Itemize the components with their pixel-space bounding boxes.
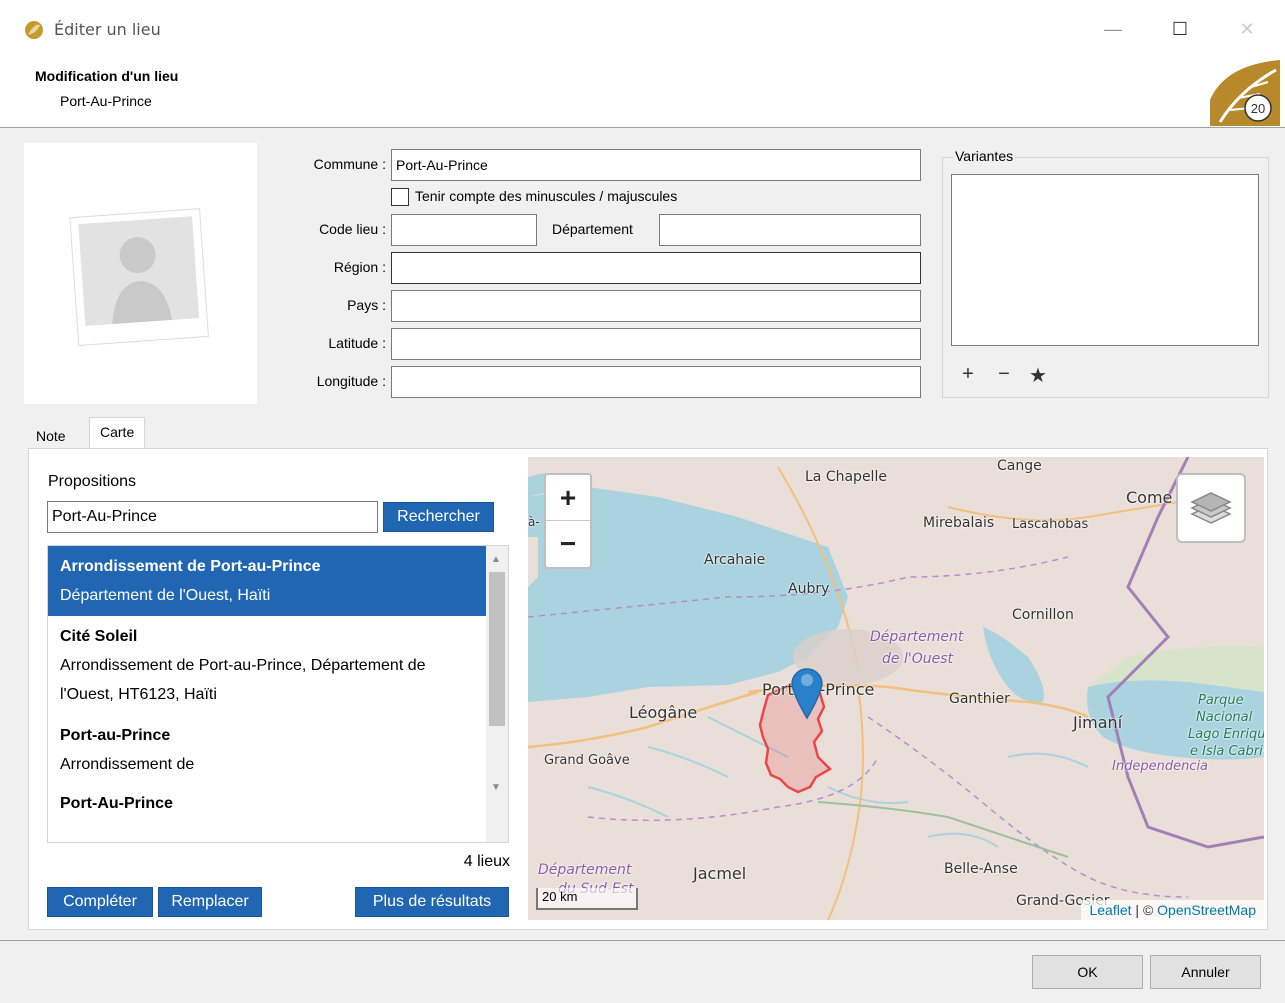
zoom-control: + − (544, 473, 592, 569)
map-label-dept-ouest-1: Département (870, 629, 964, 645)
commune-input[interactable] (391, 149, 921, 181)
footer-divider (0, 940, 1285, 941)
zoom-out-button[interactable]: − (546, 521, 590, 567)
map-label-jimani: Jimaní (1073, 713, 1123, 732)
results-count: 4 lieux (463, 853, 510, 870)
map-label-left-edge: à- (528, 515, 540, 529)
longitude-input[interactable] (391, 366, 921, 398)
result-name: Cité Soleil (60, 628, 138, 645)
pays-label: Pays : (347, 297, 386, 313)
map-label-la-chapelle: La Chapelle (805, 469, 887, 485)
remove-variant-icon[interactable]: − (993, 363, 1015, 385)
map-label-arcahaie: Arcahaie (704, 552, 766, 568)
map-label-cornillon: Cornillon (1012, 607, 1074, 623)
case-sensitive-checkbox[interactable] (391, 188, 409, 206)
scroll-thumb[interactable] (489, 572, 505, 726)
dialog-subheading: Port-Au-Prince (60, 93, 152, 109)
plus-de-resultats-button[interactable]: Plus de résultats (355, 887, 509, 917)
result-detail: Arrondissement de Port-au-Prince, Départ… (60, 657, 426, 703)
map-label-parque-2: Nacional (1196, 710, 1253, 725)
list-item[interactable]: Port-au-Prince Arrondissement de (48, 715, 508, 785)
map-label-grand-goave: Grand Goâve (544, 753, 630, 768)
ok-button[interactable]: OK (1032, 955, 1143, 989)
map-label-parque-4: e Isla Cabrito (1190, 744, 1264, 759)
list-item[interactable]: Cité Soleil Arrondissement de Port-au-Pr… (48, 616, 488, 715)
layers-icon (1190, 492, 1232, 524)
longitude-label: Longitude : (316, 373, 386, 389)
location-pin-icon[interactable] (790, 662, 824, 720)
rechercher-button[interactable]: Rechercher (383, 502, 494, 532)
place-photo[interactable] (24, 143, 257, 404)
heredis-logo-icon: 20 (1210, 60, 1280, 126)
list-item[interactable]: Port-Au-Prince (48, 783, 508, 824)
code-lieu-input[interactable] (391, 214, 537, 246)
result-name: Port-Au-Prince (60, 795, 173, 812)
map-label-dept-ouest-2: de l'Ouest (882, 651, 953, 667)
person-placeholder-icon (69, 208, 209, 346)
scroll-down-icon[interactable]: ▼ (491, 782, 501, 793)
remplacer-button[interactable]: Remplacer (158, 887, 262, 917)
layers-button[interactable] (1176, 473, 1246, 543)
map-label-jacmel: Jacmel (693, 864, 747, 883)
map-label-mirebalais: Mirebalais (923, 515, 995, 531)
map-label-independencia: Independencia (1112, 759, 1209, 774)
dialog-header: Modification d'un lieu Port-Au-Prince 20 (0, 60, 1285, 128)
openstreetmap-link[interactable]: OpenStreetMap (1157, 902, 1256, 918)
scroll-up-icon[interactable]: ▲ (491, 554, 501, 565)
results-list[interactable]: Arrondissement de Port-au-Prince Départe… (47, 545, 509, 843)
attribution-separator: | © (1131, 902, 1158, 918)
zoom-in-button[interactable]: + (546, 475, 590, 521)
map-label-leogane: Léogâne (629, 703, 698, 722)
result-detail: Département de l'Ouest, Haïti (60, 587, 271, 604)
tab-carte[interactable]: Carte (89, 417, 146, 449)
latitude-input[interactable] (391, 328, 921, 360)
departement-input[interactable] (659, 214, 921, 246)
annuler-button[interactable]: Annuler (1150, 955, 1261, 989)
window-title: Éditer un lieu (54, 20, 161, 39)
departement-label: Département (552, 221, 633, 237)
map-label-ganthier: Ganthier (949, 691, 1010, 707)
region-input[interactable] (391, 252, 921, 284)
close-button[interactable]: ✕ (1224, 14, 1270, 44)
dialog-heading: Modification d'un lieu (35, 68, 179, 84)
add-variant-icon[interactable]: + (957, 363, 979, 385)
star-variant-icon[interactable]: ★ (1027, 363, 1049, 387)
map-label-lascahobas: Lascahobas (1012, 517, 1089, 532)
title-bar: Éditer un lieu — ☐ ✕ (0, 0, 1285, 60)
completer-button[interactable]: Compléter (47, 887, 153, 917)
map-label-cange: Cange (997, 458, 1042, 474)
result-name: Port-au-Prince (60, 727, 171, 744)
variantes-list[interactable] (951, 174, 1259, 346)
app-leaf-icon (25, 21, 43, 39)
map-label-parque-1: Parque (1198, 693, 1244, 708)
minimize-button[interactable]: — (1090, 14, 1136, 44)
map-label-aubry: Aubry (788, 581, 830, 597)
result-detail: Arrondissement de (60, 756, 195, 773)
map-label-comendador: Come (1126, 488, 1173, 507)
region-label: Région : (333, 259, 386, 275)
case-sensitive-label: Tenir compte des minuscules / majuscules (415, 188, 678, 204)
propositions-label: Propositions (48, 473, 137, 490)
variantes-title: Variantes (953, 148, 1016, 164)
pays-input[interactable] (391, 290, 921, 322)
list-item[interactable]: Arrondissement de Port-au-Prince Départe… (48, 546, 508, 616)
maximize-button[interactable]: ☐ (1157, 14, 1203, 44)
tab-note[interactable]: Note (28, 422, 74, 450)
results-scrollbar[interactable]: ▲ ▼ (486, 546, 508, 842)
commune-label: Commune : (313, 156, 386, 172)
map-view[interactable]: La Chapelle Cange Come Mirebalais Lascah… (528, 457, 1264, 920)
map-scale: 20 km (536, 888, 638, 910)
map-label-dept-sudest-1: Département (538, 862, 632, 878)
map-tiles (528, 457, 1264, 920)
leaflet-link[interactable]: Leaflet (1089, 902, 1131, 918)
result-name: Arrondissement de Port-au-Prince (60, 558, 321, 575)
map-attribution: Leaflet | © OpenStreetMap (1081, 900, 1264, 920)
map-label-parque-3: Lago Enriqui (1188, 727, 1264, 742)
map-label-belle-anse: Belle-Anse (944, 861, 1018, 877)
code-lieu-label: Code lieu : (319, 221, 386, 237)
place-search-input[interactable] (47, 501, 378, 533)
latitude-label: Latitude : (328, 335, 386, 351)
svg-text:20: 20 (1251, 101, 1265, 116)
variantes-group: Variantes + − ★ (942, 148, 1269, 398)
